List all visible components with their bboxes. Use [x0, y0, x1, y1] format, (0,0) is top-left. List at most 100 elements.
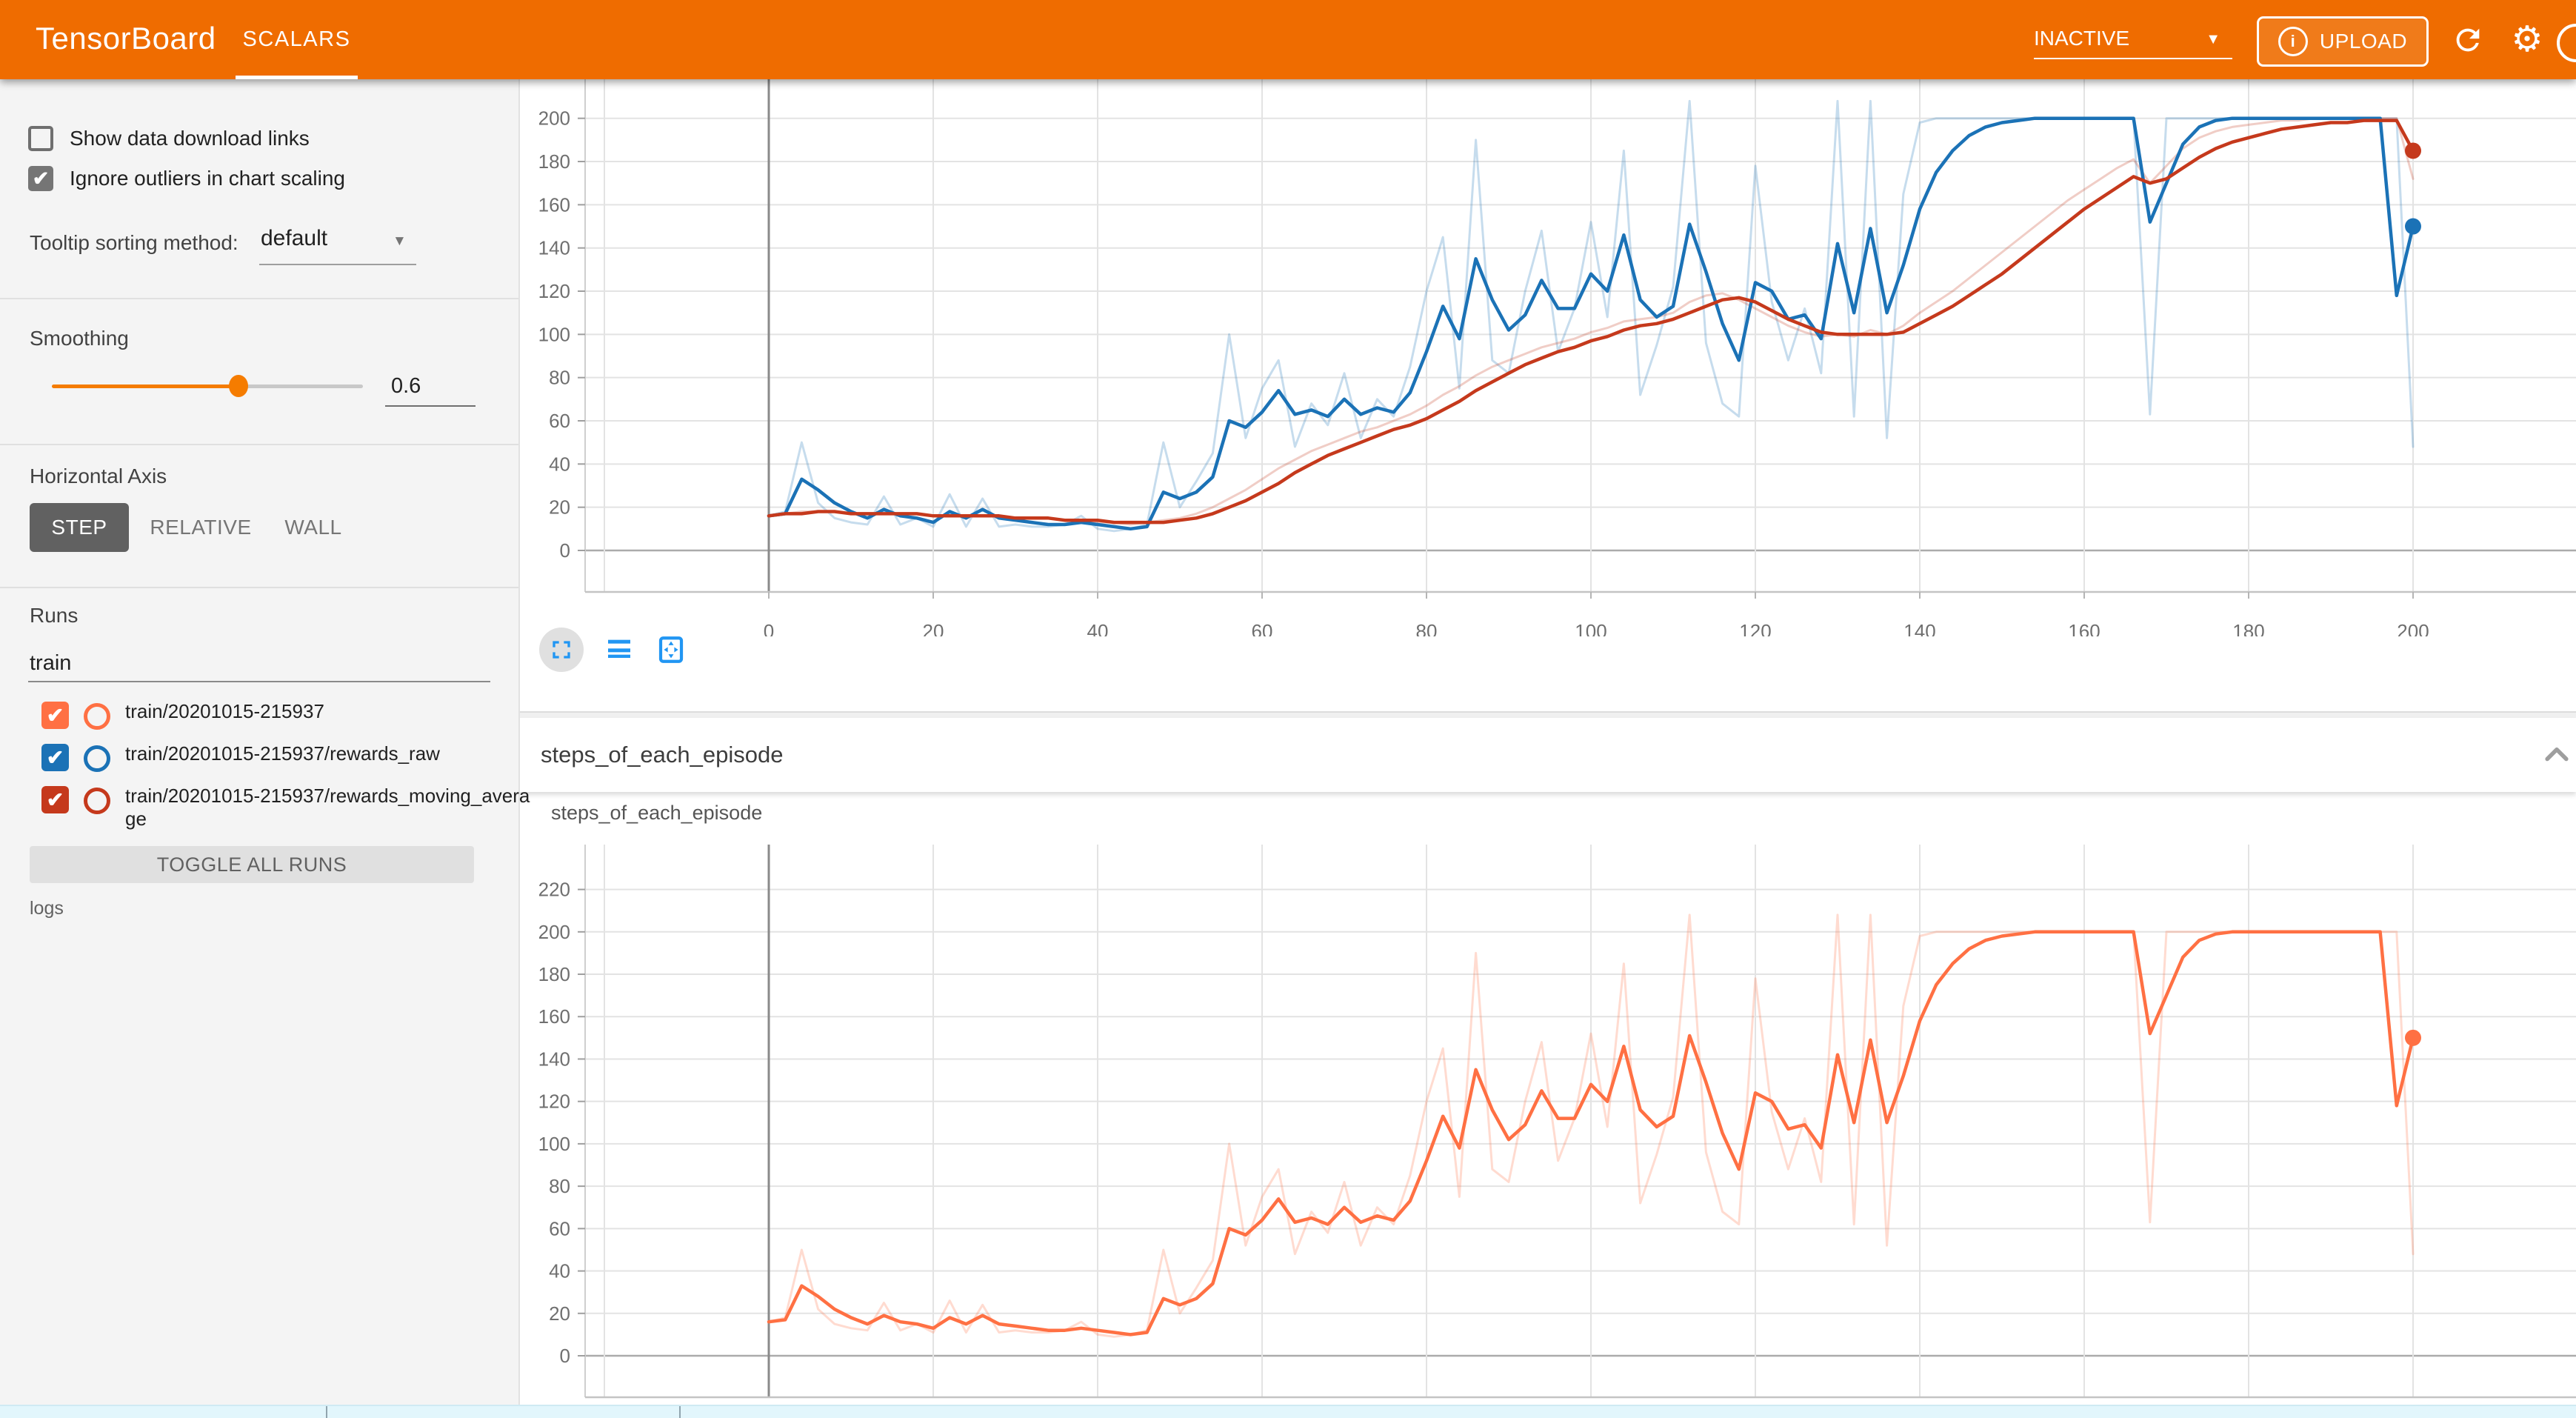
- horizontal-axis-label: Horizontal Axis: [30, 465, 167, 488]
- upload-label: UPLOAD: [2320, 30, 2407, 53]
- svg-text:200: 200: [2397, 620, 2429, 636]
- svg-text:0: 0: [764, 620, 774, 636]
- ignore-outliers-checkbox[interactable]: ✔ Ignore outliers in chart scaling: [28, 166, 345, 191]
- help-icon[interactable]: [2557, 24, 2576, 62]
- status-underline: [2034, 58, 2232, 59]
- tooltip-sort-dropdown[interactable]: default ▼: [261, 226, 327, 251]
- smoothing-slider-track[interactable]: [238, 385, 363, 388]
- chart-card-title: steps_of_each_episode: [551, 802, 762, 825]
- scalar-chart-bottom[interactable]: 020406080100120140160180200220: [518, 845, 2576, 1417]
- section-header[interactable]: steps_of_each_episode: [518, 718, 2576, 792]
- haxis-step-button[interactable]: STEP: [30, 503, 129, 552]
- svg-text:180: 180: [2232, 620, 2264, 636]
- svg-text:60: 60: [549, 410, 570, 432]
- chevron-down-icon: ▼: [393, 233, 407, 250]
- svg-text:160: 160: [538, 1005, 570, 1028]
- ignore-outliers-label: Ignore outliers in chart scaling: [70, 167, 345, 190]
- scalar-chart-top[interactable]: 0204060801001201401601802000204060801001…: [518, 79, 2576, 636]
- chart-toolbar: [539, 626, 687, 673]
- tab-scalars[interactable]: SCALARS: [236, 0, 358, 79]
- run-checkbox[interactable]: ✔: [41, 702, 69, 729]
- smoothing-slider-filled[interactable]: [52, 385, 238, 388]
- divider: [0, 587, 518, 588]
- svg-text:20: 20: [549, 1302, 570, 1325]
- expand-chart-button[interactable]: [539, 628, 584, 672]
- tooltip-sort-row: Tooltip sorting method:: [30, 231, 238, 255]
- tab-scalars-label: SCALARS: [243, 27, 351, 52]
- run-checkbox[interactable]: ✔: [41, 786, 69, 813]
- svg-text:100: 100: [538, 323, 570, 345]
- svg-text:200: 200: [538, 107, 570, 130]
- tab-indicator: [236, 76, 358, 79]
- divider: [0, 444, 518, 445]
- smoothing-slider-thumb[interactable]: [229, 375, 248, 397]
- svg-text:200: 200: [538, 921, 570, 943]
- app-title: TensorBoard: [36, 21, 216, 56]
- svg-text:60: 60: [549, 1217, 570, 1239]
- tooltip-sort-value: default: [261, 226, 327, 250]
- logs-label: logs: [30, 898, 64, 919]
- svg-text:140: 140: [1903, 620, 1935, 636]
- chevron-up-icon: [2540, 739, 2573, 771]
- tooltip-sort-underline: [259, 264, 416, 265]
- svg-text:140: 140: [538, 237, 570, 259]
- collapse-section-button[interactable]: [2540, 739, 2573, 775]
- haxis-relative-button[interactable]: RELATIVE: [145, 503, 256, 552]
- settings-gear-icon[interactable]: ⚙: [2509, 22, 2545, 58]
- toggle-all-runs-button[interactable]: TOGGLE ALL RUNS: [30, 846, 474, 883]
- info-icon: i: [2278, 27, 2308, 56]
- svg-text:80: 80: [1416, 620, 1438, 636]
- smoothing-value-input[interactable]: 0.6: [391, 374, 421, 399]
- settings-sidebar: Show data download links ✔ Ignore outlie…: [0, 79, 520, 1417]
- fit-domain-icon: [655, 634, 687, 665]
- section-title: steps_of_each_episode: [541, 742, 783, 768]
- runs-filter-input[interactable]: train: [30, 651, 71, 676]
- chevron-down-icon: ▼: [2206, 31, 2220, 48]
- run-radio[interactable]: [84, 788, 110, 814]
- svg-text:0: 0: [560, 1345, 570, 1367]
- upload-button[interactable]: i UPLOAD: [2257, 16, 2429, 67]
- svg-text:180: 180: [538, 963, 570, 985]
- svg-text:120: 120: [1739, 620, 1771, 636]
- tooltip-sort-label: Tooltip sorting method:: [30, 231, 238, 254]
- run-row[interactable]: ✔ train/20201015-215937/rewards_moving_a…: [41, 785, 537, 831]
- run-row[interactable]: ✔ train/20201015-215937: [41, 700, 537, 730]
- show-download-links-checkbox[interactable]: Show data download links: [28, 126, 310, 151]
- svg-text:40: 40: [1087, 620, 1109, 636]
- run-label: train/20201015-215937/rewards_moving_ave…: [125, 785, 537, 831]
- run-radio[interactable]: [84, 745, 110, 772]
- svg-text:80: 80: [549, 367, 570, 389]
- svg-text:20: 20: [549, 496, 570, 519]
- svg-text:100: 100: [538, 1133, 570, 1155]
- svg-text:160: 160: [2068, 620, 2100, 636]
- tooltip-strip: [0, 1405, 2576, 1418]
- smoothing-value-underline: [385, 405, 476, 407]
- app-header: TensorBoard SCALARS INACTIVE ▼ i UPLOAD …: [0, 0, 2576, 79]
- run-checkbox[interactable]: ✔: [41, 744, 69, 771]
- fullscreen-icon: [547, 635, 576, 665]
- svg-text:60: 60: [1252, 620, 1273, 636]
- run-row[interactable]: ✔ train/20201015-215937/rewards_raw: [41, 742, 537, 772]
- svg-text:100: 100: [1575, 620, 1606, 636]
- haxis-wall-button[interactable]: WALL: [273, 503, 354, 552]
- svg-text:140: 140: [538, 1048, 570, 1070]
- checkbox-checked-icon: ✔: [28, 166, 53, 191]
- fit-domain-button[interactable]: [655, 633, 687, 666]
- log-scale-button[interactable]: [603, 633, 635, 666]
- divider: [0, 298, 518, 299]
- svg-text:220: 220: [538, 879, 570, 901]
- status-dropdown[interactable]: INACTIVE ▼: [2034, 18, 2232, 59]
- svg-text:180: 180: [538, 150, 570, 173]
- svg-text:120: 120: [538, 280, 570, 302]
- svg-text:80: 80: [549, 1175, 570, 1197]
- log-scale-icon: [604, 635, 634, 665]
- refresh-icon[interactable]: [2450, 22, 2486, 58]
- runs-section-label: Runs: [30, 604, 78, 628]
- status-value: INACTIVE: [2034, 27, 2129, 50]
- runs-filter-underline: [28, 681, 490, 682]
- run-radio[interactable]: [84, 703, 110, 730]
- svg-text:160: 160: [538, 193, 570, 216]
- svg-text:20: 20: [923, 620, 944, 636]
- run-label: train/20201015-215937/rewards_raw: [125, 742, 537, 765]
- checkbox-unchecked-icon: [28, 126, 53, 151]
